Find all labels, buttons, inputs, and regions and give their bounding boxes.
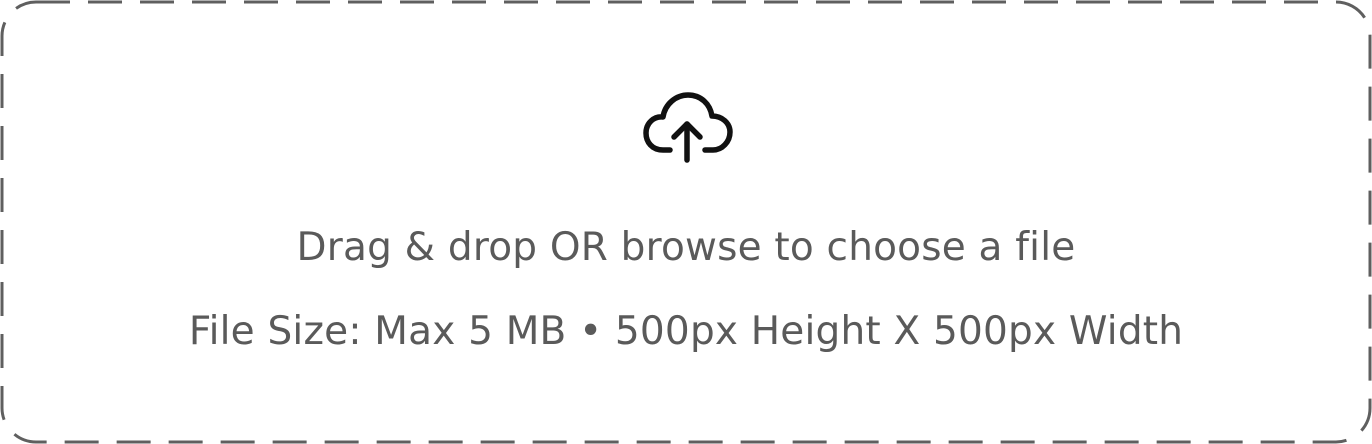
upload-prompt: Drag & drop OR browse to choose a file [296,225,1076,270]
upload-requirements: File Size: Max 5 MB • 500px Height X 500… [188,309,1184,354]
file-upload-dropzone[interactable]: Drag & drop OR browse to choose a file F… [0,0,1372,444]
cloud-upload-icon [643,92,733,163]
